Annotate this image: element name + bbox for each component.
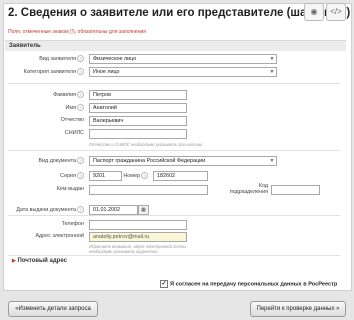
issue-date-input[interactable]: 01.01.2002 (89, 205, 138, 215)
first-name-input[interactable]: Анатолий (89, 103, 187, 113)
divider (8, 255, 340, 256)
issued-by-input[interactable] (89, 185, 208, 195)
middle-name-label: Отчество (60, 117, 84, 123)
section-applicant-header: Заявитель (5, 40, 346, 51)
number-input[interactable]: 182602 (153, 171, 208, 181)
help-icon[interactable]: ? (77, 55, 84, 62)
middle-name-input[interactable]: Валерьевич (89, 116, 187, 126)
last-name-input[interactable]: Петров (89, 90, 187, 100)
snils-label: СНИЛС (64, 130, 84, 136)
email-hint: Обратите внимание, адрес электронной поч… (89, 244, 187, 254)
email-input[interactable]: anatoliy.petrov@mail.ru (89, 232, 187, 242)
help-icon[interactable]: ? (77, 91, 84, 98)
snils-input[interactable] (89, 129, 187, 139)
help-icon[interactable]: ? (77, 104, 84, 111)
number-label: Номер? (120, 172, 148, 179)
first-name-label: Имя? (20, 104, 84, 111)
series-input[interactable]: 9201 (89, 171, 122, 181)
page-title: 2. Сведения о заявителе или его представ… (8, 7, 351, 19)
series-label: Серия? (20, 172, 84, 179)
document-type-label: Вид документа? (20, 157, 84, 164)
code-input[interactable] (271, 185, 320, 195)
help-icon[interactable]: ? (77, 172, 84, 179)
phone-input[interactable] (89, 220, 187, 230)
chevron-down-icon: ▼ (269, 158, 275, 164)
back-button[interactable]: «Изменить детали запроса (8, 301, 98, 317)
calendar-icon[interactable]: ▦ (138, 205, 149, 215)
consent-label: Я согласен на передачу персональных данн… (170, 281, 338, 288)
code-label: Код подразделения (229, 183, 268, 195)
applicant-category-label: Категория заявителя? (20, 68, 84, 75)
chevron-down-icon: ▼ (269, 69, 275, 75)
triangle-right-icon: ▶ (12, 258, 16, 264)
help-icon[interactable]: ? (77, 206, 84, 213)
document-type-select[interactable]: Паспорт гражданина Российской Федерации ▼ (89, 156, 277, 166)
applicant-type-select[interactable]: Физическое лицо ▼ (89, 54, 277, 64)
postal-address-toggle[interactable]: ▶ Почтовый адрес (12, 258, 67, 264)
required-fields-note: Поля, отмеченные знаком (!), обязательны… (8, 29, 146, 35)
snils-hint: Отчество и СНИЛС необходимо указывать пр… (89, 142, 203, 147)
email-label: Адрес электронной (35, 233, 84, 239)
phone-label: Телефон (61, 221, 84, 227)
eye-icon[interactable]: ◉ (304, 3, 324, 21)
issued-by-label: Кем выдан (56, 186, 84, 192)
next-button[interactable]: Перейти к проверке данных » (250, 301, 346, 317)
divider (8, 83, 340, 84)
help-icon[interactable]: ? (141, 172, 148, 179)
chevron-down-icon: ▼ (269, 56, 275, 62)
consent-checkbox[interactable]: ✓ (160, 280, 168, 288)
applicant-category-select[interactable]: Иное лицо ▼ (89, 67, 277, 77)
consent-row[interactable]: ✓ Я согласен на передачу персональных дан… (160, 280, 337, 288)
applicant-type-label: Вид заявителя? (20, 55, 84, 62)
help-icon[interactable]: ? (77, 68, 84, 75)
divider (8, 215, 340, 216)
code-icon[interactable]: </> (326, 3, 346, 21)
divider (8, 150, 340, 151)
issue-date-label: Дата выдачи документа? (10, 206, 84, 213)
last-name-label: Фамилия? (20, 91, 84, 98)
help-icon[interactable]: ? (77, 157, 84, 164)
